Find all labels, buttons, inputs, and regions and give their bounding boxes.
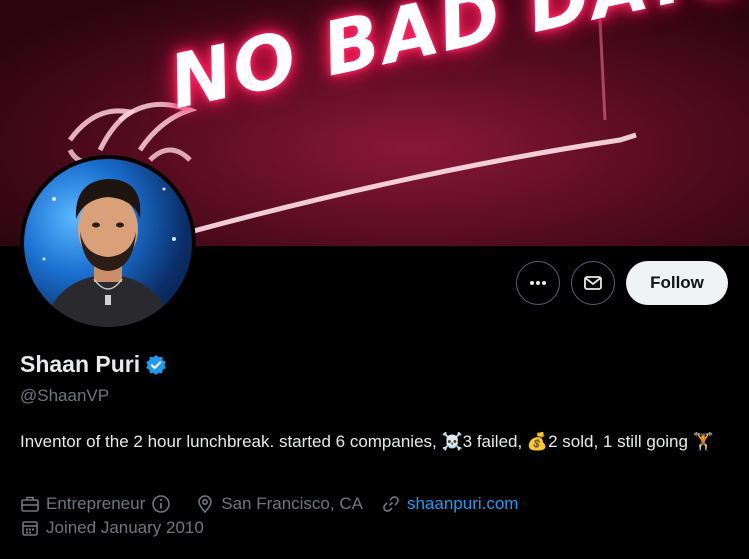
more-icon	[530, 281, 546, 285]
category-item: Entrepreneur	[20, 494, 177, 514]
follow-button[interactable]: Follow	[626, 261, 728, 305]
message-button[interactable]	[571, 261, 615, 305]
joined-row: Joined January 2010	[20, 518, 222, 538]
bio: Inventor of the 2 hour lunchbreak. start…	[20, 429, 730, 455]
name-row: Shaan Puri	[20, 351, 167, 378]
briefcase-icon	[21, 496, 39, 512]
profile-meta-row: Entrepreneur San Francisco, CA shaanpuri…	[20, 494, 536, 514]
website-item[interactable]: shaanpuri.com	[381, 494, 519, 514]
info-icon[interactable]	[151, 494, 177, 514]
category-label: Entrepreneur	[46, 494, 146, 513]
location-item: San Francisco, CA	[195, 494, 363, 514]
bio-text-2: 3 failed,	[462, 432, 527, 451]
skull-emoji: ☠️	[441, 432, 463, 452]
joined-label: Joined January 2010	[46, 518, 204, 537]
joined-item: Joined January 2010	[20, 518, 204, 538]
location-icon	[198, 495, 213, 514]
website-link[interactable]: shaanpuri.com	[407, 494, 519, 514]
more-button[interactable]	[516, 261, 560, 305]
weightlifter-emoji: 🏋️	[692, 432, 714, 452]
calendar-icon	[22, 521, 38, 536]
link-icon	[383, 496, 399, 512]
bio-text-3: 2 sold, 1 still going	[548, 432, 693, 451]
money-bag-emoji: 💰	[526, 432, 549, 452]
display-name: Shaan Puri	[20, 351, 141, 377]
location-label: San Francisco, CA	[221, 494, 363, 513]
bio-text-1: Inventor of the 2 hour lunchbreak. start…	[20, 432, 442, 451]
avatar[interactable]	[20, 155, 196, 331]
verified-badge-icon[interactable]	[145, 354, 167, 376]
mail-icon	[584, 276, 602, 290]
user-handle: @ShaanVP	[20, 386, 110, 405]
